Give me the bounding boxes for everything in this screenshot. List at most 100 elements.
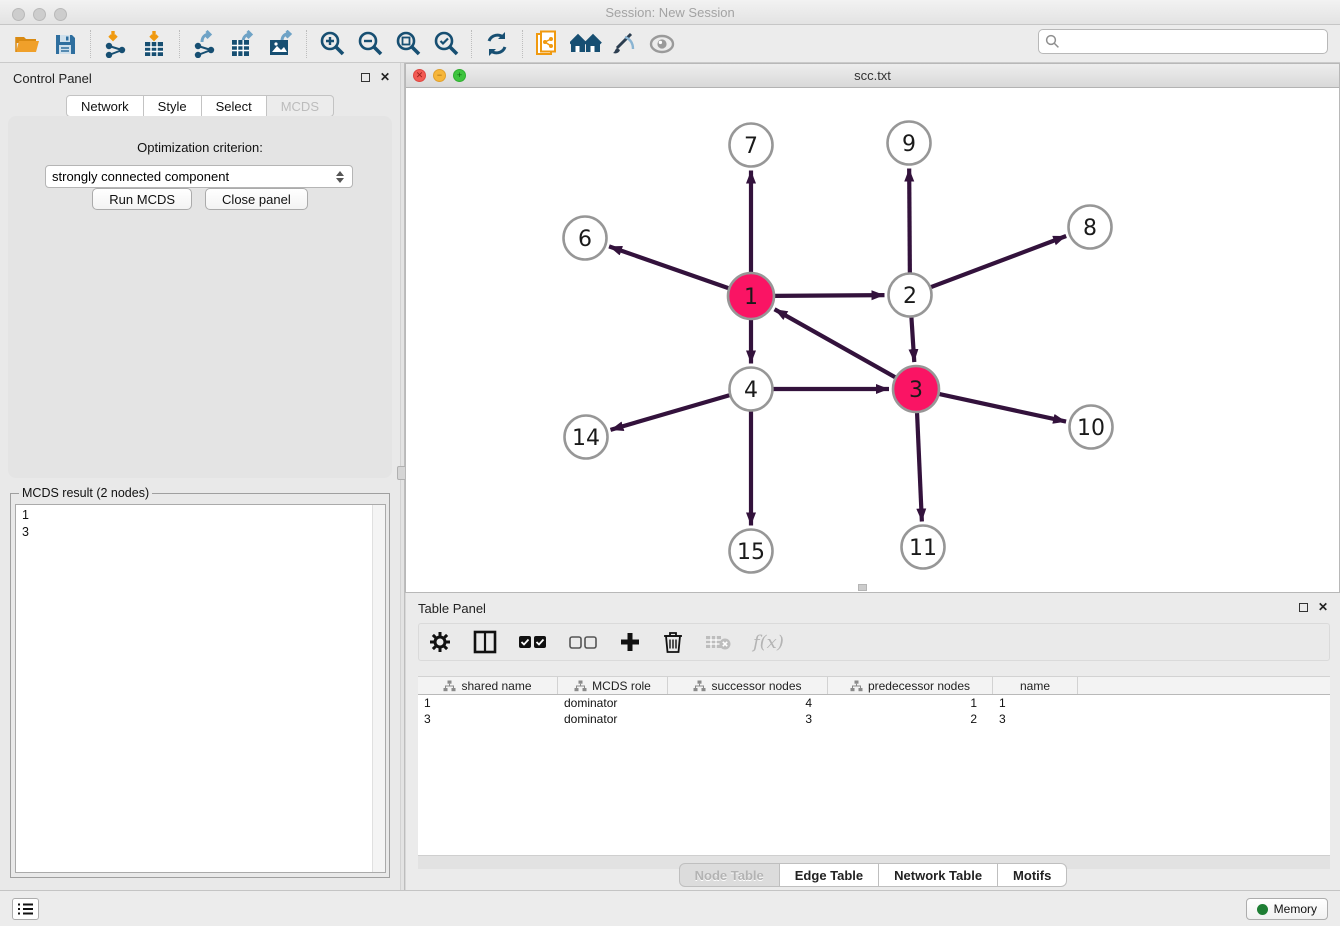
close-panel-button[interactable]: Close panel bbox=[205, 188, 308, 210]
cell-name[interactable]: 3 bbox=[993, 711, 1078, 727]
edge-3-1[interactable] bbox=[775, 309, 896, 377]
cell-shared-name[interactable]: 3 bbox=[418, 711, 558, 727]
zoom-in-icon[interactable] bbox=[315, 28, 349, 60]
document-network-icon[interactable] bbox=[531, 28, 565, 60]
memory-button[interactable]: Memory bbox=[1246, 898, 1328, 920]
import-table-icon[interactable] bbox=[137, 28, 171, 60]
table-row[interactable]: 3dominator323 bbox=[418, 711, 1330, 727]
edge-2-9[interactable] bbox=[909, 168, 910, 272]
edge-3-10[interactable] bbox=[939, 394, 1066, 421]
list-icon bbox=[17, 902, 34, 916]
tab-style[interactable]: Style bbox=[144, 95, 202, 117]
task-list-button[interactable] bbox=[12, 898, 39, 920]
main-toolbar bbox=[0, 25, 1340, 63]
cell-predecessor-nodes[interactable]: 2 bbox=[828, 711, 993, 727]
table-tabs: Node TableEdge TableNetwork TableMotifs bbox=[406, 863, 1340, 887]
tab-motifs[interactable]: Motifs bbox=[998, 863, 1067, 887]
export-table-icon[interactable] bbox=[226, 28, 260, 60]
tab-network[interactable]: Network bbox=[66, 95, 144, 117]
result-scrollbar[interactable] bbox=[372, 505, 385, 872]
home-icon[interactable] bbox=[569, 28, 603, 60]
cell-mcds-role[interactable]: dominator bbox=[558, 695, 668, 711]
zoom-fit-icon[interactable] bbox=[391, 28, 425, 60]
cell-successor-nodes[interactable]: 4 bbox=[668, 695, 828, 711]
tab-select[interactable]: Select bbox=[202, 95, 267, 117]
hierarchy-icon bbox=[693, 680, 706, 692]
refresh-layout-icon[interactable] bbox=[480, 28, 514, 60]
network-graph[interactable]: 7968124314101511 bbox=[406, 88, 1339, 592]
tab-network-table[interactable]: Network Table bbox=[879, 863, 998, 887]
zoom-selected-icon[interactable] bbox=[429, 28, 463, 60]
node-label-14: 14 bbox=[572, 426, 600, 451]
cell-shared-name[interactable]: 1 bbox=[418, 695, 558, 711]
edge-4-14[interactable] bbox=[610, 395, 729, 430]
export-image-icon[interactable] bbox=[264, 28, 298, 60]
column-header-filler bbox=[1078, 677, 1330, 694]
node-label-2: 2 bbox=[903, 284, 917, 309]
control-panel: Control Panel ✕ NetworkStyleSelectMCDS O… bbox=[0, 63, 400, 890]
toolbar-separator bbox=[471, 30, 472, 58]
window-title: Session: New Session bbox=[0, 5, 1340, 20]
mcds-result-title: MCDS result (2 nodes) bbox=[19, 486, 152, 500]
edge-2-3[interactable] bbox=[911, 317, 914, 362]
save-icon[interactable] bbox=[48, 28, 82, 60]
criterion-select[interactable]: strongly connected component bbox=[45, 165, 353, 188]
close-panel-icon[interactable]: ✕ bbox=[378, 70, 392, 84]
edge-1-6[interactable] bbox=[609, 246, 728, 288]
memory-status-icon bbox=[1257, 904, 1268, 915]
table-row[interactable]: 1dominator411 bbox=[418, 695, 1330, 711]
node-label-4: 4 bbox=[744, 378, 758, 403]
tab-node-table[interactable]: Node Table bbox=[679, 863, 780, 887]
toolbar-separator bbox=[179, 30, 180, 58]
open-folder-icon[interactable] bbox=[10, 28, 44, 60]
delete-table-icon[interactable] bbox=[705, 633, 731, 651]
horizontal-scrollbar-thumb[interactable] bbox=[858, 584, 867, 591]
table-body: 1dominator4113dominator323 bbox=[418, 695, 1330, 855]
tab-edge-table[interactable]: Edge Table bbox=[780, 863, 879, 887]
float-panel-icon[interactable] bbox=[358, 70, 372, 84]
network-canvas[interactable]: 7968124314101511 bbox=[406, 88, 1339, 592]
stepper-icon bbox=[334, 169, 346, 185]
column-label: MCDS role bbox=[592, 679, 651, 693]
add-column-icon[interactable] bbox=[619, 631, 641, 653]
tab-mcds[interactable]: MCDS bbox=[267, 95, 334, 117]
cell-predecessor-nodes[interactable]: 1 bbox=[828, 695, 993, 711]
criterion-value: strongly connected component bbox=[52, 169, 334, 184]
cell-name[interactable]: 1 bbox=[993, 695, 1078, 711]
edge-2-8[interactable] bbox=[931, 236, 1066, 287]
result-line: 3 bbox=[22, 524, 379, 541]
gear-icon[interactable] bbox=[429, 631, 451, 653]
delete-column-icon[interactable] bbox=[663, 630, 683, 654]
table-toolbar: f(x) bbox=[418, 623, 1330, 661]
column-label: shared name bbox=[461, 679, 531, 693]
search-input[interactable] bbox=[1060, 32, 1327, 52]
column-header-successor-nodes[interactable]: successor nodes bbox=[668, 677, 828, 694]
result-line: 1 bbox=[22, 507, 379, 524]
split-pane-icon[interactable] bbox=[473, 630, 497, 654]
cell-mcds-role[interactable]: dominator bbox=[558, 711, 668, 727]
run-mcds-button[interactable]: Run MCDS bbox=[92, 188, 192, 210]
network-title: scc.txt bbox=[406, 68, 1339, 83]
paintbrush-icon[interactable] bbox=[607, 28, 641, 60]
float-table-panel-icon[interactable] bbox=[1296, 600, 1310, 614]
column-header-predecessor-nodes[interactable]: predecessor nodes bbox=[828, 677, 993, 694]
eye-icon[interactable] bbox=[645, 28, 679, 60]
memory-label: Memory bbox=[1274, 902, 1317, 916]
function-builder-icon[interactable]: f(x) bbox=[753, 632, 784, 653]
export-network-icon[interactable] bbox=[188, 28, 222, 60]
zoom-out-icon[interactable] bbox=[353, 28, 387, 60]
import-network-icon[interactable] bbox=[99, 28, 133, 60]
column-header-shared-name[interactable]: shared name bbox=[418, 677, 558, 694]
mcds-result-text[interactable]: 13 bbox=[15, 504, 386, 873]
network-titlebar[interactable]: ✕ − + scc.txt bbox=[406, 64, 1339, 88]
checked-columns-icon[interactable] bbox=[519, 635, 547, 649]
edge-1-2[interactable] bbox=[775, 295, 885, 296]
column-header-mcds-role[interactable]: MCDS role bbox=[558, 677, 668, 694]
column-header-name[interactable]: name bbox=[993, 677, 1078, 694]
close-table-panel-icon[interactable]: ✕ bbox=[1316, 600, 1330, 614]
unchecked-columns-icon[interactable] bbox=[569, 635, 597, 649]
network-view-window: ✕ − + scc.txt 7968124314101511 bbox=[405, 63, 1340, 593]
node-label-11: 11 bbox=[909, 536, 937, 561]
edge-3-11[interactable] bbox=[917, 413, 922, 522]
cell-successor-nodes[interactable]: 3 bbox=[668, 711, 828, 727]
